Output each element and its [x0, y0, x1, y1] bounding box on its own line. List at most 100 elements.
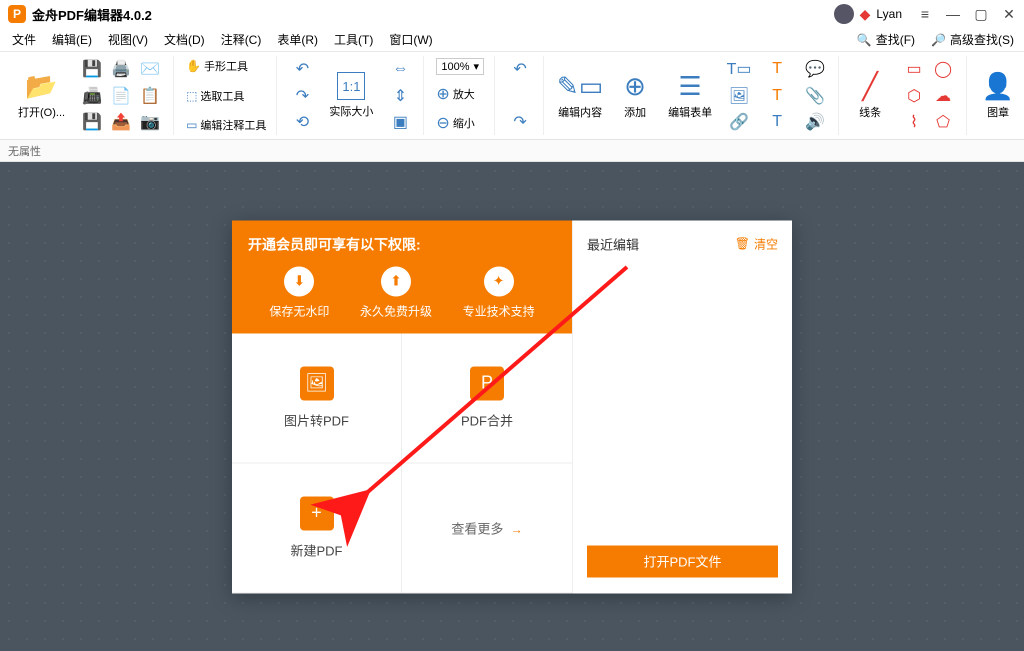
text-callout-icon[interactable]: T: [764, 111, 790, 133]
sticky-note-icon[interactable]: 💬: [802, 58, 828, 80]
tile-image-to-pdf[interactable]: 🖼 图片转PDF: [232, 333, 402, 463]
rectangle-icon[interactable]: ▭: [901, 58, 927, 80]
clipboard-button[interactable]: 📋: [137, 85, 163, 107]
save-button[interactable]: 💾: [79, 58, 105, 80]
email-button[interactable]: ✉️: [137, 58, 163, 80]
tile-pdf-merge[interactable]: P PDF合并: [402, 333, 572, 463]
menu-tools[interactable]: 工具(T): [326, 28, 381, 51]
edit-text-icon[interactable]: T▭: [726, 58, 752, 80]
print-button[interactable]: 🖨️: [108, 58, 134, 80]
undo-icon[interactable]: ↶: [507, 58, 533, 80]
text-box-icon[interactable]: T: [764, 58, 790, 80]
sound-icon[interactable]: 🔊: [802, 111, 828, 133]
clear-recent-button[interactable]: 🗑 清空: [735, 235, 778, 252]
menu-comments[interactable]: 注释(C): [213, 28, 270, 51]
edit-form-label: 编辑表单: [668, 104, 712, 120]
user-name[interactable]: Lyan: [876, 7, 902, 21]
rotate-left-icon[interactable]: ↶: [289, 58, 315, 80]
menu-window[interactable]: 窗口(W): [381, 28, 440, 51]
oval-icon[interactable]: ◯: [930, 58, 956, 80]
zoom-value[interactable]: 100% ▾: [436, 58, 484, 75]
tile-new-pdf[interactable]: + 新建PDF: [232, 463, 402, 593]
open-pdf-button[interactable]: 打开PDF文件: [587, 545, 778, 577]
zoom-text: 100%: [441, 61, 469, 73]
tile-label: 新建PDF: [290, 540, 342, 559]
cursor-select-icon: ⬚: [186, 89, 197, 103]
annotation-label: 编辑注释工具: [200, 117, 266, 133]
highlight-text-icon[interactable]: T: [764, 85, 790, 107]
minimize-button[interactable]: —: [942, 3, 964, 25]
vip-gem-icon[interactable]: ◆: [860, 6, 871, 23]
feature-label: 专业技术支持: [463, 302, 535, 319]
arrow-right-icon: →: [511, 522, 523, 536]
blank-button[interactable]: 📄: [108, 85, 134, 107]
promo-banner: 开通会员即可享有以下权限: ⬇ 保存无水印 ⬆ 永久免费升级 ✦ 专业技术支持: [232, 220, 572, 333]
freeform-icon[interactable]: ⬠: [930, 111, 956, 133]
fit-page-icon[interactable]: ⇔: [387, 58, 413, 80]
recent-title: 最近编辑: [587, 234, 639, 253]
zoom-in-icon: ⊕: [436, 84, 449, 104]
lines-label: 线条: [859, 104, 881, 120]
scan-button[interactable]: 📠: [79, 85, 105, 107]
maximize-button[interactable]: ▢: [970, 3, 992, 25]
add-button[interactable]: ⊕ 添加: [612, 67, 658, 124]
image-icon: 🖼: [300, 366, 334, 400]
app-title: 金舟PDF编辑器4.0.2: [32, 5, 152, 24]
actual-size-label: 实际大小: [329, 103, 373, 119]
feature-no-watermark[interactable]: ⬇ 保存无水印: [269, 266, 329, 319]
hand-icon: ✋: [186, 59, 201, 73]
zoom-in-button[interactable]: ⊕ 放大: [436, 84, 474, 104]
lines-button[interactable]: ╱ 线条: [847, 67, 893, 124]
cloud-icon[interactable]: ☁: [930, 85, 956, 107]
zoom-out-icon: ⊖: [436, 113, 449, 133]
feature-label: 永久免费升级: [360, 302, 432, 319]
menu-file[interactable]: 文件: [4, 28, 44, 51]
polygon-icon[interactable]: ⬡: [901, 85, 927, 107]
feature-label: 保存无水印: [269, 302, 329, 319]
attachment-icon[interactable]: 📎: [802, 85, 828, 107]
open-button[interactable]: 📂 打开(O)...: [12, 67, 71, 124]
redo-icon[interactable]: ↷: [507, 111, 533, 133]
save-as-button[interactable]: 💾: [79, 111, 105, 133]
edit-link-icon[interactable]: 🔗: [726, 111, 752, 133]
form-icon: ☰: [675, 71, 705, 101]
edit-annotation-button[interactable]: ▭ 编辑注释工具: [186, 117, 266, 133]
select-tool-button[interactable]: ⬚ 选取工具: [186, 88, 244, 104]
polyline-icon[interactable]: ⌇: [901, 111, 927, 133]
rotate-reset-icon[interactable]: ⟲: [289, 111, 315, 133]
menu-view[interactable]: 视图(V): [100, 28, 156, 51]
export-button[interactable]: 📤: [108, 111, 134, 133]
menu-edit[interactable]: 编辑(E): [44, 28, 100, 51]
zoom-out-button[interactable]: ⊖ 缩小: [436, 113, 474, 133]
edit-content-button[interactable]: ✎▭ 编辑内容: [552, 67, 608, 124]
advanced-find-button[interactable]: 🔎 高级查找(S): [925, 29, 1020, 50]
stamp-button[interactable]: 👤 图章: [975, 67, 1021, 124]
add-label: 添加: [624, 104, 646, 120]
actual-size-button[interactable]: 1:1 实际大小: [323, 68, 379, 123]
trash-icon: 🗑: [735, 237, 750, 251]
menu-icon[interactable]: ≡: [914, 3, 936, 25]
fit-width-icon[interactable]: ⇕: [387, 85, 413, 107]
no-properties-label: 无属性: [8, 143, 41, 159]
menu-forms[interactable]: 表单(R): [269, 28, 326, 51]
hand-tool-button[interactable]: ✋ 手形工具: [186, 58, 248, 74]
fit-visible-icon[interactable]: ▣: [387, 111, 413, 133]
tile-label: PDF合并: [461, 410, 513, 429]
app-logo: P: [8, 5, 26, 23]
find-button[interactable]: 🔍 查找(F): [851, 29, 921, 50]
clear-label: 清空: [754, 235, 778, 252]
download-icon: ⬇: [284, 266, 314, 296]
close-button[interactable]: ✕: [998, 3, 1020, 25]
feature-free-upgrade[interactable]: ⬆ 永久免费升级: [360, 266, 432, 319]
more-label: 查看更多: [451, 521, 503, 536]
edit-image-icon[interactable]: 🖼: [726, 85, 752, 107]
rotate-right-icon[interactable]: ↷: [289, 85, 315, 107]
feature-tech-support[interactable]: ✦ 专业技术支持: [463, 266, 535, 319]
welcome-panel: 开通会员即可享有以下权限: ⬇ 保存无水印 ⬆ 永久免费升级 ✦ 专业技术支持: [232, 220, 792, 593]
edit-form-button[interactable]: ☰ 编辑表单: [662, 67, 718, 124]
tile-view-more[interactable]: 查看更多 →: [402, 463, 572, 593]
snapshot-icon[interactable]: 📷: [137, 111, 163, 133]
edit-content-icon: ✎▭: [565, 71, 595, 101]
user-avatar[interactable]: [834, 4, 854, 24]
menu-document[interactable]: 文档(D): [156, 28, 213, 51]
